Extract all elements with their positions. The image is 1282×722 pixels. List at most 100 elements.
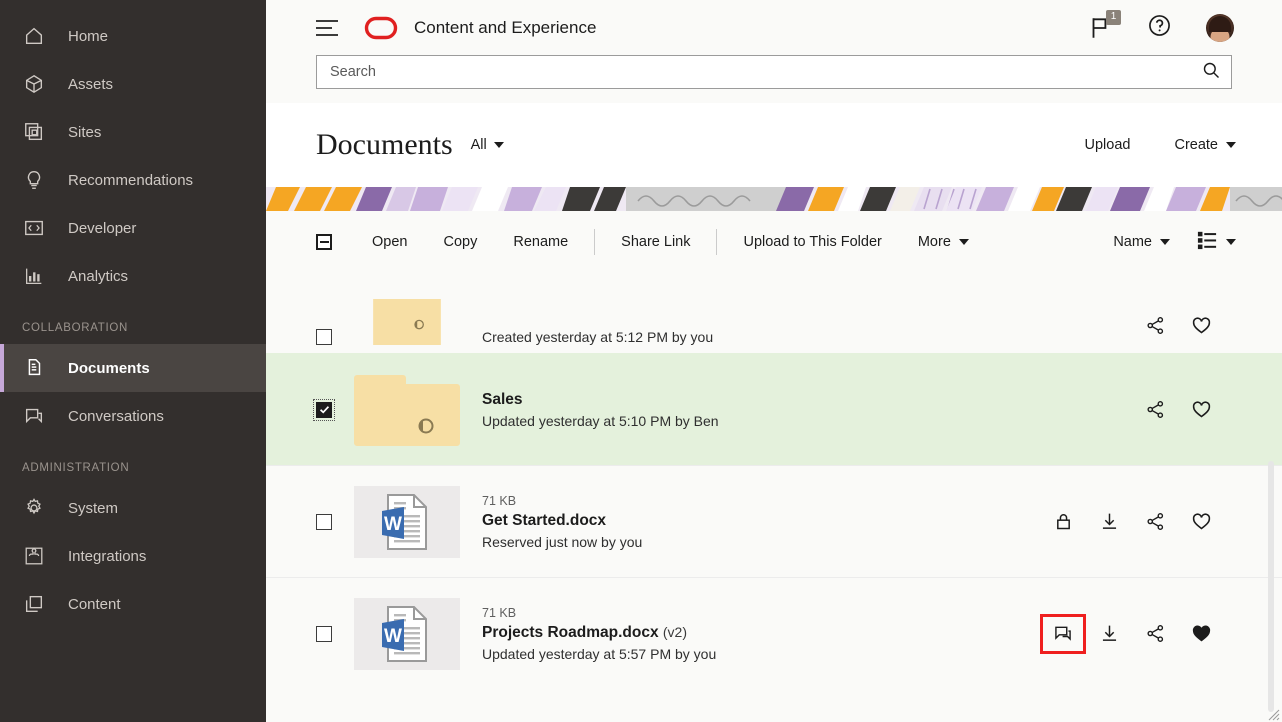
download-icon[interactable] [1086, 614, 1132, 654]
sort-dropdown[interactable]: Name [1113, 234, 1170, 250]
scrollbar-thumb[interactable] [1268, 461, 1274, 712]
sidebar-item-label: Developer [68, 219, 137, 237]
row-meta: 71 KB Projects Roadmap.docx (v2) Updated… [482, 606, 1040, 662]
row-meta: 71 KB Get Started.docx Reserved just now… [482, 494, 1040, 550]
page-header-actions: Upload Create [1085, 137, 1236, 153]
share-icon[interactable] [1132, 502, 1178, 542]
content-icon [22, 592, 46, 616]
list-toolbar: Open Copy Rename Share Link Upload to Th… [266, 211, 1282, 273]
share-icon[interactable] [1132, 614, 1178, 654]
sidebar-item-system[interactable]: System [0, 484, 266, 532]
chevron-down-icon [1226, 142, 1236, 148]
sidebar-item-sites[interactable]: Sites [0, 108, 266, 156]
row-actions [1132, 390, 1224, 430]
filter-dropdown[interactable]: All [471, 137, 504, 153]
search-icon[interactable] [1201, 60, 1221, 85]
page-header: Documents All Upload Create [266, 103, 1282, 187]
search-input[interactable] [330, 64, 1201, 80]
sidebar-item-label: Integrations [68, 547, 147, 565]
select-all-checkbox[interactable] [316, 234, 332, 250]
list-item[interactable]: W 71 KB Projects Roadmap.docx (v2) Updat… [266, 577, 1282, 689]
resize-grip[interactable] [1268, 708, 1280, 721]
hamburger-icon[interactable] [316, 19, 338, 36]
sites-icon [22, 120, 46, 144]
oracle-logo-icon[interactable] [364, 16, 398, 40]
row-name: Sales [482, 390, 523, 408]
lock-icon[interactable] [1040, 502, 1086, 542]
banner-strip [266, 187, 1282, 211]
app-root: Home Assets Sites Recommendations Develo… [0, 0, 1282, 722]
flag-icon[interactable]: 1 [1087, 9, 1121, 41]
row-name-text: Projects Roadmap.docx [482, 623, 659, 641]
toolbar-more[interactable]: More [900, 234, 987, 250]
row-meta: Created yesterday at 5:12 PM by you [482, 325, 1132, 345]
help-icon[interactable] [1147, 13, 1172, 43]
toolbar-rename[interactable]: Rename [495, 234, 586, 250]
search-box[interactable] [316, 55, 1232, 89]
main-panel: Content and Experience 1 Search Document… [266, 0, 1282, 722]
create-button[interactable]: Create [1174, 137, 1236, 153]
code-icon [22, 216, 46, 240]
share-icon[interactable] [1132, 390, 1178, 430]
filter-label: All [470, 137, 487, 153]
row-checkbox[interactable] [313, 398, 335, 421]
toolbar-upload-to-this-folder[interactable]: Upload to This Folder [725, 234, 899, 250]
svg-text:W: W [384, 626, 402, 647]
favorite-icon[interactable] [1178, 502, 1224, 542]
bulb-icon [22, 168, 46, 192]
toolbar-share-link[interactable]: Share Link [603, 234, 708, 250]
flag-badge: 1 [1106, 9, 1121, 25]
row-actions [1132, 305, 1224, 345]
row-checkbox[interactable] [316, 329, 332, 345]
sidebar-item-content[interactable]: Content [0, 580, 266, 628]
row-subtitle: Created yesterday at 5:12 PM by you [482, 329, 714, 345]
cube-icon [22, 72, 46, 96]
avatar[interactable] [1206, 13, 1234, 42]
sidebar-item-assets[interactable]: Assets [0, 60, 266, 108]
sidebar-item-label: Analytics [68, 267, 129, 285]
page-title: Documents [316, 128, 453, 161]
chevron-down-icon [1226, 239, 1236, 245]
sidebar: Home Assets Sites Recommendations Develo… [0, 0, 266, 722]
row-checkbox[interactable] [316, 625, 332, 642]
conversations-icon [22, 404, 46, 428]
conversation-icon[interactable] [1040, 613, 1086, 654]
favorite-icon[interactable] [1178, 390, 1224, 430]
folder-icon [354, 374, 460, 446]
row-subtitle: Updated yesterday at 5:57 PM by you [482, 645, 717, 662]
chevron-down-icon [493, 142, 504, 148]
toolbar-right: Name [1113, 230, 1236, 254]
sidebar-item-documents[interactable]: Documents [0, 344, 266, 392]
documents-icon [22, 356, 46, 380]
sidebar-item-label: Sites [68, 123, 102, 141]
upload-label: Upload [1084, 137, 1131, 153]
toolbar-more-label: More [917, 234, 951, 250]
sidebar-item-label: Home [68, 27, 109, 45]
sidebar-item-label: Recommendations [68, 171, 194, 189]
download-icon[interactable] [1086, 502, 1132, 542]
toolbar-open[interactable]: Open [354, 234, 425, 250]
sidebar-item-home[interactable]: Home [0, 12, 266, 60]
list-item[interactable]: W 71 KB Get Started.docx Reserved just n… [266, 465, 1282, 577]
row-checkbox[interactable] [316, 513, 332, 530]
view-mode-dropdown[interactable] [1196, 230, 1236, 254]
sidebar-item-label: Documents [68, 359, 150, 377]
favorite-icon[interactable] [1178, 305, 1224, 345]
list-scrollbar[interactable] [1268, 461, 1274, 712]
list-item[interactable]: Sales Updated yesterday at 5:10 PM by Be… [266, 353, 1282, 465]
upload-button[interactable]: Upload [1085, 137, 1131, 153]
list-item[interactable]: Created yesterday at 5:12 PM by you [266, 273, 1282, 353]
integrations-icon [22, 544, 46, 568]
favorite-icon[interactable] [1178, 614, 1224, 654]
sidebar-item-recommendations[interactable]: Recommendations [0, 156, 266, 204]
share-icon[interactable] [1132, 305, 1178, 345]
sidebar-item-developer[interactable]: Developer [0, 204, 266, 252]
sidebar-section-collaboration: COLLABORATION [22, 322, 129, 334]
toolbar-copy[interactable]: Copy [425, 234, 495, 250]
row-size: 71 KB [482, 493, 517, 508]
sidebar-item-analytics[interactable]: Analytics [0, 252, 266, 300]
sidebar-item-integrations[interactable]: Integrations [0, 532, 266, 580]
word-document-icon: W [354, 597, 460, 670]
document-list: Created yesterday at 5:12 PM by you Sale… [266, 273, 1282, 722]
sidebar-item-conversations[interactable]: Conversations [0, 392, 266, 440]
